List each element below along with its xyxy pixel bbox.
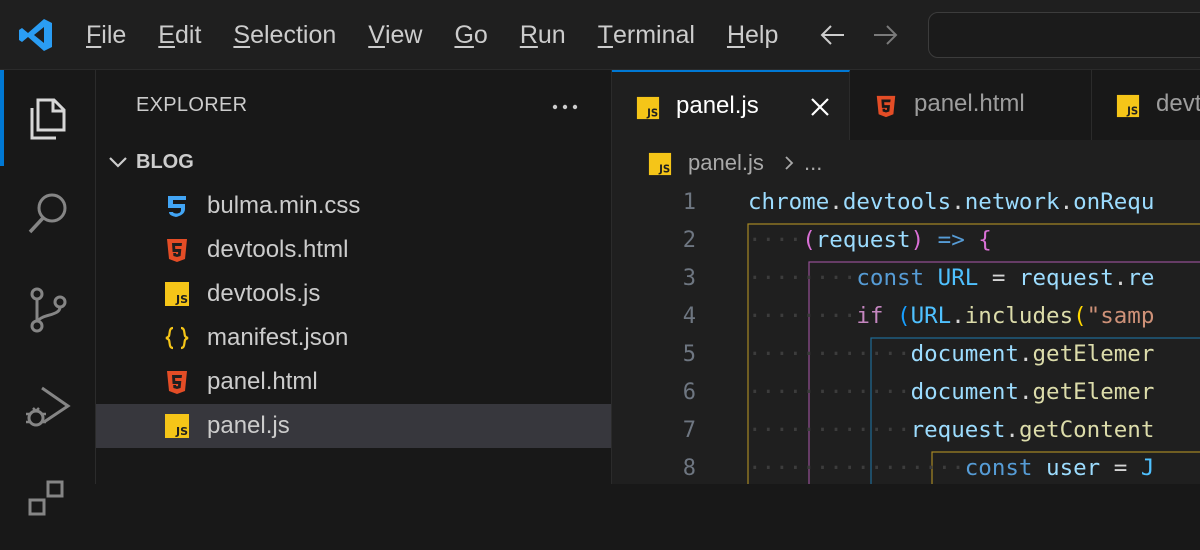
activity-run-debug[interactable] <box>0 358 96 454</box>
explorer-sidebar: EXPLORER BLOG bulma.min.css devtools.htm… <box>96 70 612 484</box>
file-row-panel-js[interactable]: JS panel.js <box>96 404 611 448</box>
tab-label: panel.html <box>914 90 1025 117</box>
line-number: 3 <box>682 266 696 291</box>
breadcrumb-symbols[interactable]: ... <box>804 150 822 176</box>
tab-bar: JS panel.js panel.html JS devt <box>612 70 1200 140</box>
title-bar: File Edit Selection View Go Run Terminal… <box>0 0 1200 70</box>
chevron-down-icon <box>109 157 127 168</box>
folder-name: BLOG <box>136 150 194 173</box>
tab-panel-js[interactable]: JS panel.js <box>612 70 850 140</box>
code-line: 8 ················const user = J <box>612 452 1200 484</box>
line-content: ············document.getElemer <box>748 379 1155 405</box>
arrow-left-icon[interactable] <box>818 20 848 50</box>
line-number: 4 <box>682 304 696 329</box>
tab-label: panel.js <box>676 92 759 119</box>
svg-text:JS: JS <box>175 293 188 306</box>
chevron-right-icon <box>785 156 794 170</box>
file-name: panel.html <box>207 368 318 395</box>
js-file-icon: JS <box>165 282 189 306</box>
file-name: panel.js <box>207 412 290 439</box>
css-file-icon <box>168 196 186 217</box>
folder-header[interactable]: BLOG <box>96 142 611 182</box>
file-name: devtools.html <box>207 236 349 263</box>
tab-panel-html[interactable]: panel.html <box>850 70 1092 140</box>
line-number: 7 <box>682 418 696 443</box>
breadcrumb-file[interactable]: panel.js <box>688 150 764 176</box>
file-name: bulma.min.css <box>207 192 361 219</box>
html-file-icon <box>167 239 187 262</box>
more-actions-icon[interactable] <box>550 92 580 122</box>
close-icon[interactable] <box>808 95 832 119</box>
line-content: ················const user = J <box>748 455 1155 481</box>
menu-selection[interactable]: Selection <box>217 0 352 70</box>
arrow-right-icon[interactable] <box>870 20 900 50</box>
files-icon <box>30 98 66 140</box>
file-name: manifest.json <box>207 324 349 351</box>
js-file-icon: JS <box>648 152 672 175</box>
code-line: 4 ········if (URL.includes("samp <box>612 300 1200 338</box>
html-file-icon <box>167 371 187 394</box>
activity-extensions[interactable] <box>0 454 96 550</box>
menu-go[interactable]: Go <box>438 0 503 70</box>
line-number: 6 <box>682 380 696 405</box>
menu-file[interactable]: File <box>70 0 142 70</box>
line-number: 1 <box>682 190 696 215</box>
activity-search[interactable] <box>0 166 96 262</box>
source-control-icon <box>30 287 67 333</box>
line-content: ········const URL = request.re <box>748 265 1155 291</box>
activity-source-control[interactable] <box>0 262 96 358</box>
line-content: ············request.getContent <box>748 417 1155 443</box>
line-content: ············document.getElemer <box>748 341 1155 367</box>
js-file-icon: JS <box>1116 94 1140 117</box>
line-number: 5 <box>682 342 696 367</box>
code-line: 2 ····(request) => { <box>612 224 1200 262</box>
code-editor[interactable]: 1 chrome.devtools.network.onRequ 2 ····(… <box>612 186 1200 484</box>
line-content: ····(request) => { <box>748 227 992 253</box>
code-line: 3 ········const URL = request.re <box>612 262 1200 300</box>
file-row-devtools-html[interactable]: devtools.html <box>96 228 611 272</box>
code-line: 7 ············request.getContent <box>612 414 1200 452</box>
line-content: chrome.devtools.network.onRequ <box>748 189 1155 215</box>
menu-help[interactable]: Help <box>711 0 794 70</box>
run-debug-icon <box>26 386 71 427</box>
line-number: 2 <box>682 228 696 253</box>
search-icon <box>28 193 67 234</box>
json-file-icon <box>165 326 189 350</box>
activity-bar <box>0 70 96 516</box>
activity-explorer[interactable] <box>0 70 96 166</box>
file-name: devtools.js <box>207 280 321 307</box>
html-file-icon <box>876 95 896 118</box>
menu-terminal[interactable]: Terminal <box>582 0 711 70</box>
vscode-logo-icon[interactable] <box>18 17 54 53</box>
breadcrumb: JS panel.js ... <box>612 140 1200 186</box>
tab-label: devt <box>1156 90 1200 117</box>
explorer-title: EXPLORER <box>136 94 248 116</box>
svg-text:JS: JS <box>1126 106 1138 117</box>
line-number: 8 <box>682 456 696 481</box>
file-row-bulma-min-css[interactable]: bulma.min.css <box>96 184 611 228</box>
menu-bar: File Edit Selection View Go Run Terminal… <box>70 0 794 70</box>
code-line: 5 ············document.getElemer <box>612 338 1200 376</box>
command-center-search[interactable] <box>928 12 1200 58</box>
code-line: 6 ············document.getElemer <box>612 376 1200 414</box>
svg-text:JS: JS <box>175 425 188 438</box>
code-line: 1 chrome.devtools.network.onRequ <box>612 186 1200 224</box>
tab-devtools-js[interactable]: JS devt <box>1092 70 1200 140</box>
menu-run[interactable]: Run <box>504 0 582 70</box>
file-row-manifest-json[interactable]: manifest.json <box>96 316 611 360</box>
menu-edit[interactable]: Edit <box>142 0 217 70</box>
js-file-icon: JS <box>165 414 189 438</box>
editor-area: JS panel.js panel.html JS devt JS panel.… <box>612 70 1200 484</box>
svg-text:JS: JS <box>658 164 670 175</box>
menu-view[interactable]: View <box>352 0 438 70</box>
file-row-devtools-js[interactable]: JS devtools.js <box>96 272 611 316</box>
file-row-panel-html[interactable]: panel.html <box>96 360 611 404</box>
svg-text:JS: JS <box>646 108 658 119</box>
line-content: ········if (URL.includes("samp <box>748 303 1155 329</box>
js-file-icon: JS <box>636 96 660 119</box>
